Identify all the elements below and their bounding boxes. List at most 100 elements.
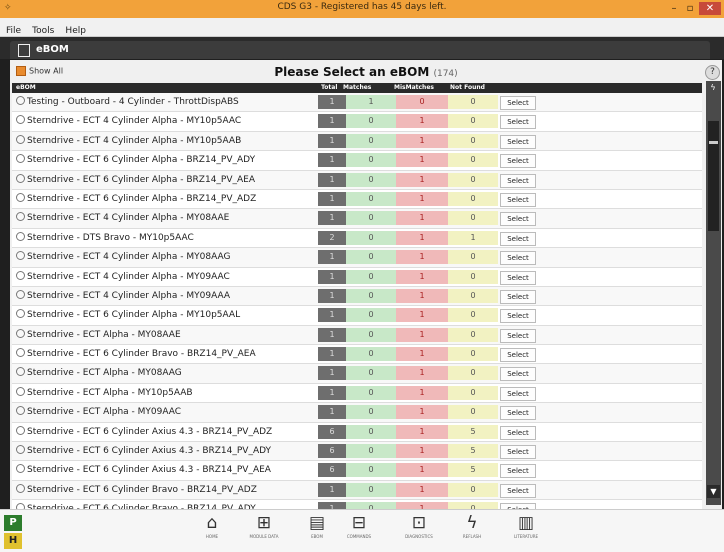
radio-icon[interactable] bbox=[16, 406, 25, 416]
select-button[interactable]: Select bbox=[500, 483, 536, 498]
radio-icon[interactable] bbox=[16, 154, 25, 164]
reflash-button[interactable]: ϟ REFLASH bbox=[453, 512, 491, 548]
ebom-panel: Show All Please Select an eBOM (174) ? e… bbox=[10, 60, 722, 520]
radio-icon[interactable] bbox=[16, 212, 25, 222]
radio-icon[interactable] bbox=[16, 464, 25, 474]
matches-cell: 0 bbox=[346, 250, 396, 265]
table-row[interactable]: Sterndrive - ECT 4 Cylinder Alpha - MY09… bbox=[12, 286, 702, 307]
select-button[interactable]: Select bbox=[500, 115, 536, 130]
table-row[interactable]: Sterndrive - ECT Alpha - MY08AAE 1 0 1 0 Sele… bbox=[12, 325, 702, 346]
table-row[interactable]: Sterndrive - ECT 6 Cylinder Axius 4.3 - … bbox=[12, 422, 702, 443]
table-row[interactable]: Sterndrive - ECT 6 Cylinder Bravo - BRZ1… bbox=[12, 345, 702, 365]
select-button[interactable]: Select bbox=[500, 154, 536, 169]
minimize-button[interactable]: – bbox=[667, 2, 681, 15]
table-row[interactable]: Testing - Outboard - 4 Cylinder - Thrott… bbox=[12, 93, 702, 113]
commands-button[interactable]: ⊟ COMMANDS bbox=[340, 512, 378, 548]
select-button[interactable]: Select bbox=[500, 231, 536, 246]
table-row[interactable]: Sterndrive - ECT 4 Cylinder Alpha - MY09… bbox=[12, 267, 702, 287]
diagnostics-icon: ⊡ bbox=[411, 513, 427, 533]
table-row[interactable]: Sterndrive - ECT Alpha - MY09AAC 1 0 1 0 Sele… bbox=[12, 403, 702, 423]
radio-icon[interactable] bbox=[16, 425, 25, 435]
close-button[interactable]: ✕ bbox=[699, 2, 721, 15]
select-button[interactable]: Select bbox=[500, 192, 536, 207]
diagnostics-button[interactable]: ⊡ DIAGNOSTICS bbox=[400, 512, 438, 548]
select-button[interactable]: Select bbox=[500, 134, 536, 149]
table-row[interactable]: Sterndrive - ECT 6 Cylinder Bravo - BRZ1… bbox=[12, 480, 702, 501]
matches-cell: 1 bbox=[346, 95, 396, 109]
heading-text: Please Select an eBOM bbox=[274, 65, 430, 79]
table-row[interactable]: Sterndrive - ECT 4 Cylinder Alpha - MY10… bbox=[12, 112, 702, 132]
select-button[interactable]: Select bbox=[500, 173, 536, 188]
table-row[interactable]: Sterndrive - ECT 6 Cylinder Alpha - BRZ1… bbox=[12, 189, 702, 210]
home-button[interactable]: ⌂ HOME bbox=[193, 512, 231, 548]
select-button[interactable]: Select bbox=[500, 270, 536, 285]
table-row[interactable]: Sterndrive - ECT 6 Cylinder Axius 4.3 - … bbox=[12, 442, 702, 462]
header-matches: Matches bbox=[343, 84, 372, 91]
ebom-button[interactable]: ▤ EBOM bbox=[298, 512, 336, 548]
select-button[interactable]: Select bbox=[500, 386, 536, 401]
menu-tools[interactable]: Tools bbox=[32, 26, 54, 36]
radio-icon[interactable] bbox=[16, 328, 25, 338]
radio-icon[interactable] bbox=[16, 483, 25, 493]
select-button[interactable]: Select bbox=[500, 328, 536, 343]
help-icon[interactable]: ? bbox=[705, 65, 720, 80]
select-button[interactable]: Select bbox=[500, 251, 536, 266]
radio-icon[interactable] bbox=[16, 367, 25, 377]
radio-icon[interactable] bbox=[16, 251, 25, 261]
table-row[interactable]: Sterndrive - ECT 4 Cylinder Alpha - MY08… bbox=[12, 248, 702, 268]
radio-icon[interactable] bbox=[16, 445, 25, 455]
table-row[interactable]: Sterndrive - ECT 6 Cylinder Alpha - BRZ1… bbox=[12, 151, 702, 171]
menu-file[interactable]: File bbox=[6, 26, 21, 36]
radio-icon[interactable] bbox=[16, 386, 25, 396]
ebom-name-text: Sterndrive - ECT 4 Cylinder Alpha - MY08… bbox=[27, 252, 231, 263]
select-button[interactable]: Select bbox=[500, 309, 536, 324]
table-row[interactable]: Sterndrive - ECT 6 Cylinder Alpha - MY10… bbox=[12, 306, 702, 326]
maximize-button[interactable]: ▫ bbox=[683, 2, 697, 15]
select-button[interactable]: Select bbox=[500, 212, 536, 227]
select-button[interactable]: Select bbox=[500, 289, 536, 304]
radio-icon[interactable] bbox=[16, 289, 25, 299]
menu-help[interactable]: Help bbox=[65, 26, 86, 36]
mismatches-cell: 1 bbox=[396, 114, 448, 129]
scroll-up-icon[interactable]: ϟ bbox=[708, 83, 718, 93]
table-row[interactable]: Sterndrive - ECT Alpha - MY10p5AAB 1 0 1 0 Se… bbox=[12, 383, 702, 404]
select-button[interactable]: Select bbox=[500, 464, 536, 479]
table-row[interactable]: Sterndrive - ECT 6 Cylinder Axius 4.3 - … bbox=[12, 461, 702, 481]
select-button[interactable]: Select bbox=[500, 348, 536, 363]
radio-icon[interactable] bbox=[16, 192, 25, 202]
table-row[interactable]: Sterndrive - ECT 4 Cylinder Alpha - MY10… bbox=[12, 131, 702, 152]
matches-cell: 0 bbox=[346, 191, 396, 206]
not-found-cell: 0 bbox=[448, 114, 498, 129]
scroll-thumb[interactable] bbox=[708, 121, 719, 231]
radio-icon[interactable] bbox=[16, 270, 25, 280]
table-row[interactable]: Sterndrive - ECT 4 Cylinder Alpha - MY08… bbox=[12, 209, 702, 229]
table-row[interactable]: Sterndrive - DTS Bravo - MY10p5AAC 2 0 1 1 Se… bbox=[12, 228, 702, 249]
scroll-down-icon[interactable]: ▼ bbox=[707, 485, 720, 498]
radio-icon[interactable] bbox=[16, 309, 25, 319]
not-found-cell: 0 bbox=[448, 482, 498, 497]
radio-icon[interactable] bbox=[16, 348, 25, 358]
not-found-cell: 0 bbox=[448, 133, 498, 148]
vertical-scrollbar[interactable]: ϟ ▼ bbox=[706, 81, 721, 505]
radio-icon[interactable] bbox=[16, 115, 25, 125]
header-mismatches: MisMatches bbox=[394, 84, 434, 91]
radio-icon[interactable] bbox=[16, 96, 25, 105]
radio-icon[interactable] bbox=[16, 231, 25, 241]
h-badge[interactable]: H bbox=[4, 533, 22, 549]
select-button[interactable]: Select bbox=[500, 406, 536, 421]
radio-icon[interactable] bbox=[16, 173, 25, 183]
p-badge[interactable]: P bbox=[4, 515, 22, 531]
select-button[interactable]: Select bbox=[500, 445, 536, 460]
select-button[interactable]: Select bbox=[500, 367, 536, 382]
select-button[interactable]: Select bbox=[500, 425, 536, 440]
module-data-button[interactable]: ⊞ MODULE DATA bbox=[245, 512, 283, 548]
mismatches-cell: 1 bbox=[396, 250, 448, 265]
table-row[interactable]: Sterndrive - ECT 6 Cylinder Alpha - BRZ1… bbox=[12, 170, 702, 190]
radio-icon[interactable] bbox=[16, 134, 25, 144]
literature-button[interactable]: ▥ LITERATURE bbox=[507, 512, 545, 548]
nav-label: LITERATURE bbox=[513, 534, 539, 539]
matches-cell: 0 bbox=[346, 405, 396, 420]
header-ebom: eBOM bbox=[16, 84, 36, 91]
table-row[interactable]: Sterndrive - ECT Alpha - MY08AAG 1 0 1 0 Sele… bbox=[12, 364, 702, 384]
select-button[interactable]: Select bbox=[500, 96, 536, 110]
